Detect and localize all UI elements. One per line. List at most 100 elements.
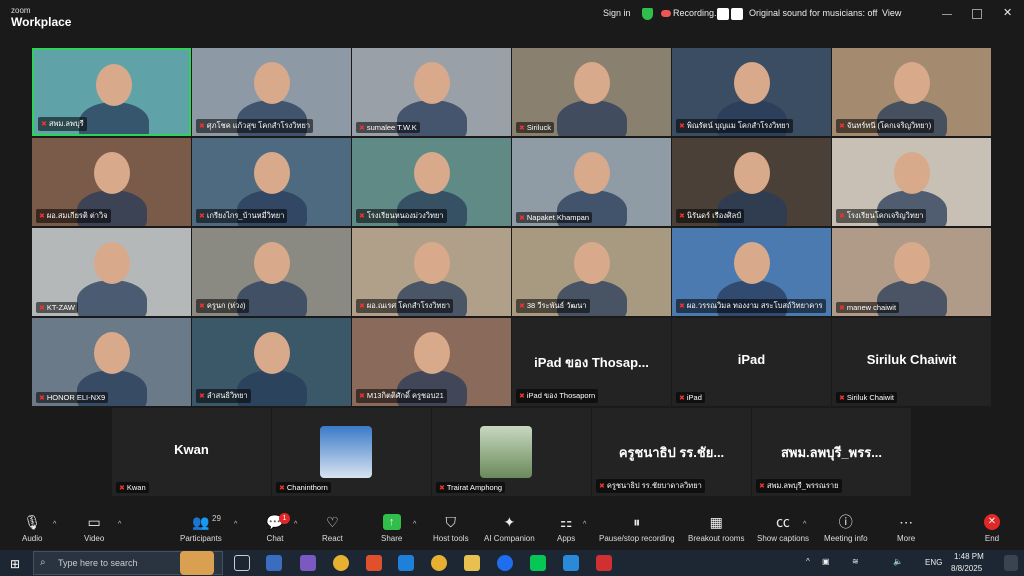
participants-count: 29 <box>212 514 221 523</box>
participant-name-text: 38 วีระพันธ์ วัฒนา <box>526 301 587 310</box>
participant-face <box>734 62 770 104</box>
muted-mic-icon: ✖ <box>39 395 45 402</box>
video-tile[interactable]: ✖ โรงเรียนโคกเจริญวิทยา <box>832 138 991 226</box>
meeting-info-button[interactable]: ⓘ Meeting info <box>824 514 868 543</box>
profile-picture <box>320 426 372 478</box>
chrome-icon[interactable] <box>333 555 349 571</box>
name-only-tile[interactable]: ครูชนาธิป รร.ชัย... ✖ ครูชนาธิป รร.ชัยบาดา… <box>592 408 751 496</box>
chat-options-caret[interactable]: ^ <box>294 521 297 528</box>
close-icon[interactable]: ✕ <box>1003 6 1012 19</box>
video-tile[interactable]: ✖ ครูนก (ห่วง) <box>192 228 351 316</box>
tray-chevron-icon[interactable]: ^ <box>806 557 810 566</box>
audio-options-caret[interactable]: ^ <box>53 521 56 528</box>
participants-label: Participants <box>180 534 222 543</box>
muted-mic-icon: ✖ <box>839 123 845 130</box>
video-tile[interactable]: ✖ sumalee T.W.K <box>352 48 511 136</box>
copilot-icon[interactable] <box>300 555 316 571</box>
participant-name: ✖ M13กิตติศักดิ์ ครูชอบ21 <box>356 389 447 403</box>
video-tile[interactable]: ✖ ผอ.วรรณวิมล ทองงาม สระโบสถ์วิทยาคาร <box>672 228 831 316</box>
video-tile[interactable]: ✖ ผอ.ณเรศ โคกสำโรงวิทยา <box>352 228 511 316</box>
participant-name-text: จันทร์ทนี (โคกเจริญวิทยา) <box>846 121 932 130</box>
name-only-tile[interactable]: ✖ Chaninthorn <box>272 408 431 496</box>
share-button[interactable]: ↑ Share <box>381 514 402 543</box>
app-icon-2[interactable] <box>366 555 382 571</box>
video-tile[interactable]: ✖ นิรันดร์ เรืองศิลป์ <box>672 138 831 226</box>
video-tile[interactable]: ✖ manew chaiwit <box>832 228 991 316</box>
name-only-tile[interactable]: iPad ✖ iPad <box>672 318 831 406</box>
participant-name: ✖ ครูชนาธิป รร.ชัยบาดาลวิทยา <box>596 479 705 493</box>
breakout-rooms-button[interactable]: ▦ Breakout rooms <box>688 514 744 543</box>
language-indicator[interactable]: ENG <box>925 558 942 567</box>
react-button[interactable]: ♡ React <box>322 514 343 543</box>
video-button[interactable]: ▭ Video <box>84 514 104 543</box>
app-icon-4[interactable] <box>596 555 612 571</box>
video-tile[interactable]: ✖ 38 วีระพันธ์ วัฒนา <box>512 228 671 316</box>
windows-start-icon[interactable]: ⊞ <box>10 557 20 571</box>
view-button[interactable]: View <box>882 8 901 18</box>
video-tile[interactable]: ✖ HONOR ELI-NX9 <box>32 318 191 406</box>
shield-icon[interactable] <box>642 8 653 20</box>
audio-button[interactable]: 🎙 Audio <box>22 514 42 543</box>
video-tile[interactable]: ✖ Napaket Khampan <box>512 138 671 226</box>
ai-companion-button[interactable]: ✦ AI Companion <box>484 514 535 543</box>
share-options-caret[interactable]: ^ <box>413 521 416 528</box>
video-tile[interactable]: ✖ เกรียงไกร_บ้านหมี่วิทยา <box>192 138 351 226</box>
participants-options-caret[interactable]: ^ <box>234 521 237 528</box>
end-button[interactable]: ✕ End <box>984 514 1000 543</box>
pause-recording-icon[interactable] <box>717 8 729 20</box>
wifi-icon[interactable]: ≋ <box>852 557 859 566</box>
app-icon-3[interactable] <box>563 555 579 571</box>
apps-button[interactable]: ⚏ Apps <box>557 514 575 543</box>
video-tile[interactable]: ✖ สพม.ลพบุรี <box>32 48 191 136</box>
video-tile[interactable]: ✖ ศุภโชค แก้วสุข โคกสำโรงวิทยา <box>192 48 351 136</box>
captions-button[interactable]: ㏄ Show captions <box>757 514 809 543</box>
name-only-tile[interactable]: สพม.ลพบุรี_พรร... ✖ สพม.ลพบุรี_พรรณราย <box>752 408 911 496</box>
app-icon-1[interactable] <box>266 555 282 571</box>
volume-icon[interactable]: 🔈 <box>893 557 903 566</box>
participant-name: ✖ ลำสนธิวิทยา <box>196 389 251 403</box>
name-only-tile[interactable]: Kwan ✖ Kwan <box>112 408 271 496</box>
participant-name-text: sumalee T.W.K <box>366 123 417 132</box>
task-view-icon[interactable] <box>234 555 250 571</box>
video-tile[interactable]: ✖ ผอ.สมเกียรติ ต่าวิจ <box>32 138 191 226</box>
original-sound-status[interactable]: Original sound for musicians: off <box>749 8 877 18</box>
line-icon[interactable] <box>530 555 546 571</box>
sign-in-link[interactable]: Sign in <box>603 8 631 18</box>
folder-icon[interactable] <box>464 555 480 571</box>
participant-name: ✖ Chaninthorn <box>276 482 331 493</box>
video-tile[interactable]: ✖ ลำสนธิวิทยา <box>192 318 351 406</box>
video-tile[interactable]: ✖ M13กิตติศักดิ์ ครูชอบ21 <box>352 318 511 406</box>
chrome-icon-2[interactable] <box>431 555 447 571</box>
clock-time[interactable]: 1:48 PM <box>954 552 984 561</box>
maximize-icon[interactable] <box>972 9 982 19</box>
video-tile[interactable]: ✖ Siriluck <box>512 48 671 136</box>
apps-options-caret[interactable]: ^ <box>583 521 586 528</box>
cat-widget-icon[interactable] <box>180 551 214 575</box>
name-only-tile[interactable]: Siriluk Chaiwit ✖ Siriluk Chaiwit <box>832 318 991 406</box>
stop-recording-icon[interactable] <box>731 8 743 20</box>
participant-face <box>254 152 290 194</box>
participant-name: ✖ HONOR ELI-NX9 <box>36 392 109 403</box>
apps-icon: ⚏ <box>559 514 573 530</box>
participant-name: ✖ Siriluk Chaiwit <box>836 392 897 403</box>
notifications-icon[interactable] <box>1004 555 1018 571</box>
network-icon[interactable]: ▣ <box>822 557 830 566</box>
participant-name: ✖ Siriluck <box>516 122 555 133</box>
video-tile[interactable]: ✖ โรงเรียนหนองม่วงวิทยา <box>352 138 511 226</box>
host-tools-button[interactable]: ⛉ Host tools <box>433 514 469 543</box>
pause-stop-icon: ⏸ <box>633 514 641 530</box>
clock-date[interactable]: 8/8/2025 <box>951 564 982 573</box>
minimize-icon[interactable] <box>942 14 952 15</box>
video-options-caret[interactable]: ^ <box>118 521 121 528</box>
captions-options-caret[interactable]: ^ <box>803 521 806 528</box>
pause-recording-button[interactable]: ⏸ Pause/stop recording <box>599 514 675 543</box>
video-tile[interactable]: ✖ พิณรัตน์ บุญแม โคกสำโรงวิทยา <box>672 48 831 136</box>
zoom-taskbar-icon[interactable] <box>497 555 513 571</box>
name-only-tile[interactable]: ✖ Trairat Amphong <box>432 408 591 496</box>
name-only-tile[interactable]: iPad ของ Thosap... ✖ iPad ของ Thosaporn <box>512 318 671 406</box>
video-tile[interactable]: ✖ จันทร์ทนี (โคกเจริญวิทยา) <box>832 48 991 136</box>
edge-icon[interactable] <box>398 555 414 571</box>
video-tile[interactable]: ✖ KT-ZAW <box>32 228 191 316</box>
more-button[interactable]: ⋯ More <box>897 514 915 543</box>
more-label: More <box>897 534 916 543</box>
